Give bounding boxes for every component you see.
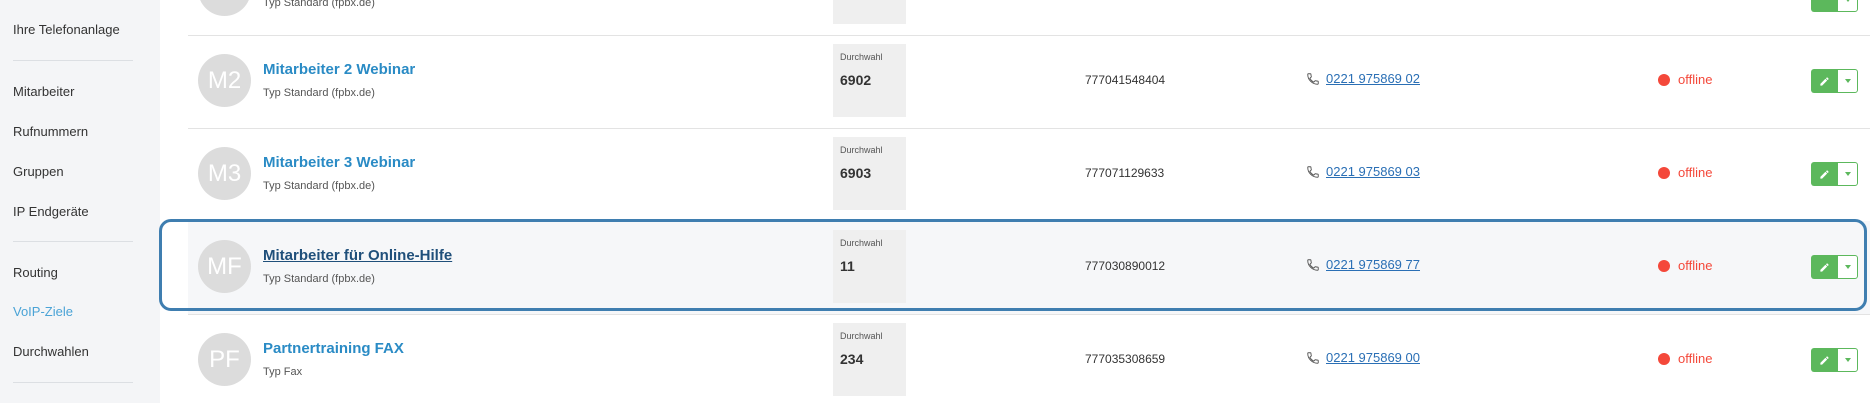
pencil-icon <box>1819 262 1829 272</box>
dropdown-button[interactable] <box>1837 348 1858 372</box>
account-number: 777071129633 <box>1085 166 1165 180</box>
avatar <box>198 0 251 16</box>
employee-type: Typ Standard (fpbx.de) <box>263 87 375 99</box>
status-dot-icon <box>1658 259 1670 272</box>
sidebar-item-telefonanlage[interactable]: Ihre Telefonanlage <box>13 22 120 37</box>
extension-box <box>833 0 906 24</box>
sidebar-item-mitarbeiter[interactable]: Mitarbeiter <box>13 84 74 99</box>
sidebar-item-ip-endgeraete[interactable]: IP Endgeräte <box>13 204 89 219</box>
phone-link[interactable]: 0221 975869 03 <box>1306 164 1420 179</box>
employee-list: Typ Standard (fpbx.de) M2 Mitarbeiter 2 … <box>159 0 1870 403</box>
edit-button[interactable] <box>1811 255 1837 279</box>
employee-name-link[interactable]: Mitarbeiter 3 Webinar <box>263 154 415 171</box>
status-indicator: offline <box>1658 165 1712 180</box>
extension-label: Durchwahl <box>840 238 883 248</box>
extension-label: Durchwahl <box>840 145 883 155</box>
avatar: PF <box>198 333 251 386</box>
account-number: 777035308659 <box>1085 352 1166 366</box>
extension-label: Durchwahl <box>840 331 883 341</box>
status-text: offline <box>1678 258 1713 273</box>
sidebar-item-durchwahlen[interactable]: Durchwahlen <box>13 344 89 359</box>
phone-link[interactable]: 0221 975869 77 <box>1306 257 1420 272</box>
status-indicator: offline <box>1658 258 1712 273</box>
extension-box: Durchwahl 6902 <box>833 44 906 117</box>
list-item[interactable]: M2 Mitarbeiter 2 Webinar Typ Standard (f… <box>188 35 1870 129</box>
edit-button[interactable] <box>1811 69 1837 93</box>
extension-value: 234 <box>840 351 864 367</box>
phone-number[interactable]: 0221 975869 03 <box>1326 164 1420 179</box>
employee-type: Typ Fax <box>263 366 303 378</box>
extension-box: Durchwahl 234 <box>833 323 906 396</box>
account-number: 777041548404 <box>1085 73 1166 87</box>
status-dot-icon <box>1658 73 1670 86</box>
phone-icon <box>1307 72 1319 85</box>
list-item: Typ Standard (fpbx.de) <box>188 0 1870 36</box>
sidebar-item-routing[interactable]: Routing <box>13 265 58 280</box>
status-text: offline <box>1678 165 1713 180</box>
employee-type: Typ Standard (fpbx.de) <box>263 180 375 192</box>
account-number: 777030890012 <box>1085 259 1166 273</box>
phone-link[interactable]: 0221 975869 00 <box>1306 350 1420 365</box>
status-dot-icon <box>1658 352 1670 365</box>
extension-box: Durchwahl 6903 <box>833 137 906 210</box>
phone-link[interactable]: 0221 975869 02 <box>1306 71 1420 86</box>
sidebar-divider <box>13 60 133 61</box>
sidebar-divider <box>13 382 133 383</box>
list-item[interactable]: M3 Mitarbeiter 3 Webinar Typ Standard (f… <box>188 128 1870 222</box>
sidebar-divider <box>13 241 133 242</box>
caret-down-icon <box>1844 358 1851 362</box>
employee-type: Typ Standard (fpbx.de) <box>263 273 375 285</box>
phone-number[interactable]: 0221 975869 77 <box>1326 257 1420 272</box>
extension-value: 6903 <box>840 165 872 181</box>
phone-icon <box>1307 165 1319 178</box>
sidebar: Ihre Telefonanlage Mitarbeiter Rufnummer… <box>0 0 160 403</box>
status-indicator: offline <box>1658 351 1712 366</box>
extension-value: 6902 <box>840 72 872 88</box>
edit-button[interactable] <box>1811 0 1837 12</box>
phone-number[interactable]: 0221 975869 00 <box>1326 350 1420 365</box>
status-text: offline <box>1678 72 1713 87</box>
caret-down-icon <box>1844 0 1851 2</box>
status-dot-icon <box>1658 166 1670 179</box>
caret-down-icon <box>1844 172 1851 176</box>
extension-value: 11 <box>840 258 855 274</box>
phone-icon <box>1307 258 1319 271</box>
dropdown-button[interactable] <box>1837 255 1858 279</box>
list-item[interactable]: MF Mitarbeiter für Online-Hilfe Typ Stan… <box>159 219 1870 315</box>
avatar: M2 <box>198 54 251 107</box>
pencil-icon <box>1819 169 1829 179</box>
edit-button[interactable] <box>1811 162 1837 186</box>
action-button-group <box>1811 255 1858 279</box>
action-button-group <box>1811 162 1858 186</box>
action-button-group <box>1811 69 1858 93</box>
dropdown-button[interactable] <box>1837 69 1858 93</box>
extension-label: Durchwahl <box>840 52 883 62</box>
dropdown-button[interactable] <box>1837 162 1858 186</box>
action-button-group <box>1811 0 1858 12</box>
sidebar-item-rufnummern[interactable]: Rufnummern <box>13 124 88 139</box>
highlight-frame <box>159 219 1867 311</box>
employee-name-link[interactable]: Partnertraining FAX <box>263 340 404 357</box>
status-indicator: offline <box>1658 72 1712 87</box>
sidebar-item-gruppen[interactable]: Gruppen <box>13 164 64 179</box>
list-item[interactable]: PF Partnertraining FAX Typ Fax Durchwahl… <box>188 314 1870 407</box>
pencil-icon <box>1819 76 1829 86</box>
edit-button[interactable] <box>1811 348 1837 372</box>
phone-icon <box>1307 351 1319 364</box>
employee-name-link[interactable]: Mitarbeiter 2 Webinar <box>263 61 415 78</box>
avatar: MF <box>198 240 251 293</box>
avatar: M3 <box>198 147 251 200</box>
employee-name-link[interactable]: Mitarbeiter für Online-Hilfe <box>263 247 452 264</box>
action-button-group <box>1811 348 1858 372</box>
caret-down-icon <box>1844 265 1851 269</box>
caret-down-icon <box>1844 79 1851 83</box>
dropdown-button[interactable] <box>1837 0 1858 12</box>
phone-number[interactable]: 0221 975869 02 <box>1326 71 1420 86</box>
extension-box: Durchwahl 11 <box>833 230 906 303</box>
employee-type: Typ Standard (fpbx.de) <box>263 0 375 9</box>
pencil-icon <box>1819 355 1829 365</box>
sidebar-item-voip-ziele[interactable]: VoIP-Ziele <box>13 304 73 319</box>
status-text: offline <box>1678 351 1713 366</box>
